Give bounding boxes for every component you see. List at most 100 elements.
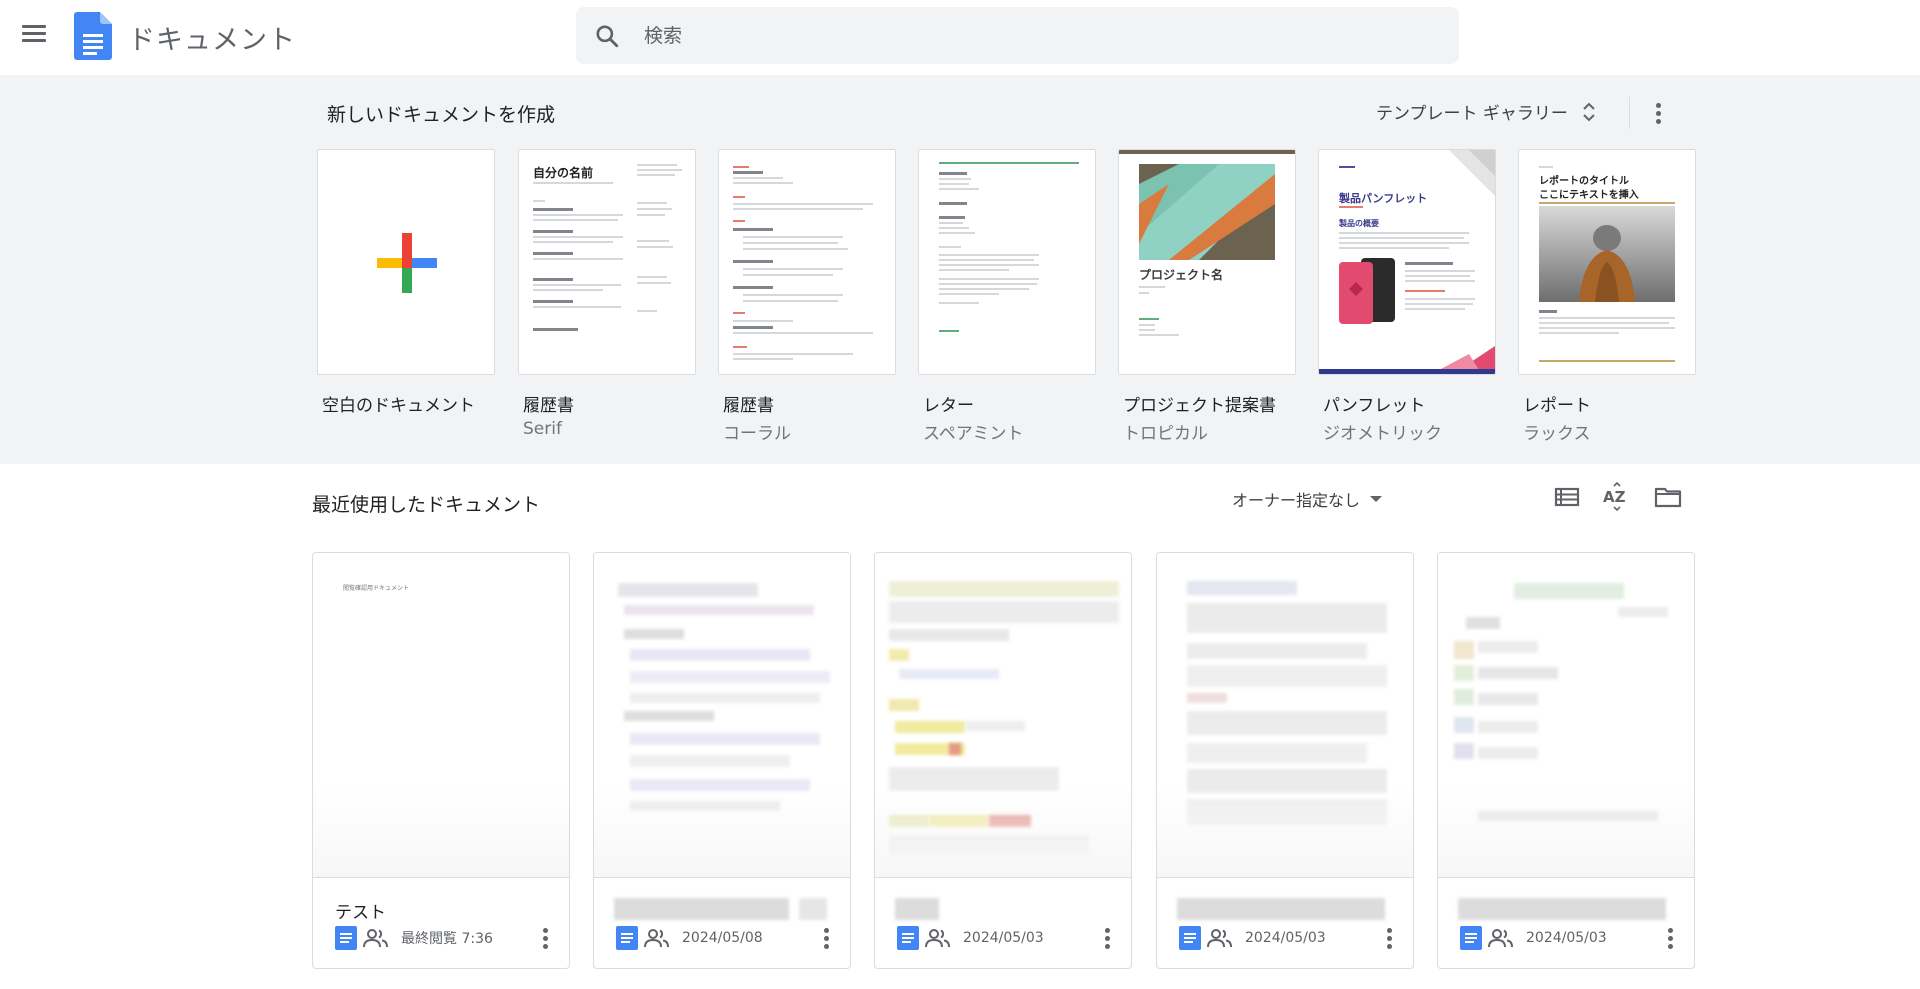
doc-preview-text: 閲覧確認用ドキュメント <box>343 585 410 592</box>
unfold-icon <box>1583 102 1595 121</box>
recent-docs-title: 最近使用したドキュメント <box>312 494 541 516</box>
docs-file-icon <box>897 926 919 950</box>
svg-text:AZ: AZ <box>1603 488 1626 506</box>
doc-name-blurred <box>1458 898 1666 920</box>
app-title[interactable]: ドキュメント <box>128 18 296 57</box>
doc-date: 2024/05/08 <box>682 930 763 946</box>
template-thumbnail[interactable]: 製品パンフレット 製品の概要 <box>1318 149 1496 375</box>
doc-card[interactable]: 2024/05/03 <box>1437 552 1695 969</box>
doc-info: 2024/05/08 <box>594 878 850 968</box>
doc-name-blurred <box>614 898 789 920</box>
doc-date: 最終閲覧 7:36 <box>401 931 493 947</box>
sort-az-icon[interactable]: AZ <box>1602 482 1632 512</box>
template-resume-serif[interactable]: 自分の名前 履歴書 Serif <box>518 149 698 439</box>
template-report-luxe[interactable]: レポートのタイトル ここにテキストを挿入 レポート ラックス <box>1518 149 1698 444</box>
template-resume-coral[interactable]: 履歴書 コーラル <box>718 149 898 444</box>
decor-shape <box>1449 150 1495 196</box>
top-bar: ドキュメント <box>0 0 1920 75</box>
shared-icon <box>363 929 388 948</box>
template-gallery-toggle[interactable]: テンプレート ギャラリー <box>1376 99 1596 124</box>
docs-file-icon <box>1179 926 1201 950</box>
preview-title-2: ここにテキストを挿入 <box>1539 190 1639 201</box>
doc-card[interactable]: 2024/05/08 <box>593 552 851 969</box>
list-view-icon[interactable] <box>1552 482 1582 512</box>
preview-title: 自分の名前 <box>533 166 594 180</box>
decor-shape <box>1439 346 1495 370</box>
dropdown-arrow-icon <box>1370 496 1383 502</box>
template-name: 空白のドキュメント <box>322 396 475 416</box>
template-thumbnail[interactable]: プロジェクト名 <box>1118 149 1296 375</box>
doc-preview[interactable] <box>594 553 850 878</box>
template-thumbnail[interactable] <box>317 149 495 375</box>
preview-title: プロジェクト名 <box>1139 268 1224 282</box>
template-name: パンフレット <box>1323 396 1426 416</box>
template-thumbnail[interactable] <box>718 149 896 375</box>
template-brochure-geometric[interactable]: 製品パンフレット 製品の概要 パンフレット ジオメトリック <box>1318 149 1498 444</box>
doc-preview[interactable] <box>1157 553 1413 878</box>
doc-info: 2024/05/03 <box>1438 878 1694 968</box>
search-icon[interactable] <box>594 23 620 49</box>
doc-name: テスト <box>335 903 386 923</box>
template-gallery-label: テンプレート ギャラリー <box>1376 104 1568 124</box>
doc-date: 2024/05/03 <box>963 930 1044 946</box>
template-name: レポート <box>1523 396 1591 416</box>
owner-filter-label: オーナー指定なし <box>1232 491 1361 510</box>
template-name: 履歴書 <box>723 396 774 416</box>
preview-subtitle: 製品の概要 <box>1339 219 1379 228</box>
template-letter-spearmint[interactable]: レター スペアミント <box>918 149 1098 444</box>
shared-icon <box>1207 929 1232 948</box>
template-subtitle: コーラル <box>723 424 791 444</box>
doc-info: 2024/05/03 <box>875 878 1131 968</box>
shared-icon <box>925 929 950 948</box>
template-subtitle: トロピカル <box>1123 424 1208 444</box>
doc-preview[interactable] <box>1438 553 1694 878</box>
doc-card[interactable]: 2024/05/03 <box>1156 552 1414 969</box>
doc-icons: 2024/05/03 <box>897 926 1044 950</box>
main-menu-icon[interactable] <box>18 22 50 50</box>
template-gallery: 新しいドキュメントを作成 テンプレート ギャラリー 空白のドキュメント 自分の名… <box>0 75 1920 464</box>
docs-file-icon <box>616 926 638 950</box>
template-subtitle: Serif <box>523 419 562 439</box>
search-input[interactable] <box>644 17 1424 54</box>
divider <box>1629 97 1630 129</box>
template-subtitle: ラックス <box>1523 424 1591 444</box>
doc-card[interactable]: 閲覧確認用ドキュメント テスト 最終閲覧 7:36 <box>312 552 570 969</box>
doc-more-icon[interactable] <box>533 925 557 957</box>
search-bar[interactable] <box>576 7 1459 64</box>
doc-preview[interactable] <box>875 553 1131 878</box>
docs-file-icon <box>335 926 357 950</box>
shared-icon <box>1488 929 1513 948</box>
doc-more-icon[interactable] <box>1658 925 1682 957</box>
doc-more-icon[interactable] <box>814 925 838 957</box>
phone-image <box>1339 258 1395 324</box>
doc-card[interactable]: 2024/05/03 <box>874 552 1132 969</box>
doc-info: テスト 最終閲覧 7:36 <box>313 878 569 968</box>
shared-icon <box>644 929 669 948</box>
template-project-proposal-tropical[interactable]: プロジェクト名 プロジェクト提案書 トロピカル <box>1118 149 1298 444</box>
doc-icons: 2024/05/08 <box>616 926 763 950</box>
gallery-title: 新しいドキュメントを作成 <box>327 104 556 126</box>
preview-title: レポートのタイトル <box>1539 176 1629 187</box>
person-photo <box>1539 206 1675 302</box>
template-subtitle: スペアミント <box>923 424 1024 444</box>
doc-icons: 最終閲覧 7:36 <box>335 926 493 950</box>
doc-more-icon[interactable] <box>1095 925 1119 957</box>
folder-icon[interactable] <box>1653 482 1683 512</box>
doc-more-icon[interactable] <box>1377 925 1401 957</box>
doc-icons: 2024/05/03 <box>1179 926 1326 950</box>
docs-logo-icon[interactable] <box>74 12 112 60</box>
doc-name-blurred <box>895 898 939 920</box>
template-thumbnail[interactable]: 自分の名前 <box>518 149 696 375</box>
template-thumbnail[interactable]: レポートのタイトル ここにテキストを挿入 <box>1518 149 1696 375</box>
template-name: プロジェクト提案書 <box>1123 396 1276 416</box>
doc-preview[interactable]: 閲覧確認用ドキュメント <box>313 553 569 878</box>
template-name: 履歴書 <box>523 396 574 416</box>
gallery-more-icon[interactable] <box>1646 100 1670 132</box>
template-thumbnail[interactable] <box>918 149 1096 375</box>
docs-file-icon <box>1460 926 1482 950</box>
template-blank[interactable]: 空白のドキュメント <box>317 149 497 416</box>
doc-date: 2024/05/03 <box>1526 930 1607 946</box>
owner-filter-dropdown[interactable]: オーナー指定なし <box>1232 487 1383 511</box>
geometric-image <box>1139 164 1275 260</box>
template-subtitle: ジオメトリック <box>1323 424 1442 444</box>
